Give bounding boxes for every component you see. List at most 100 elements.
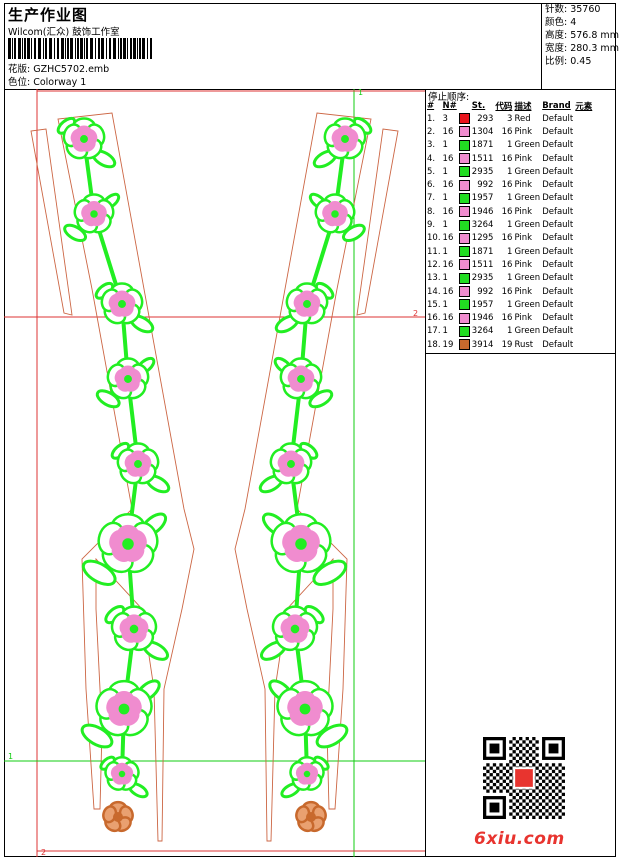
thread-brand: Default	[542, 286, 574, 297]
stop-index: 15.	[427, 299, 441, 310]
color-swatch	[458, 112, 471, 125]
color-code: 16	[501, 313, 513, 324]
thread-brand: Default	[542, 153, 574, 164]
thread-brand: Default	[542, 233, 574, 244]
swatch-box	[458, 113, 470, 125]
thread-brand: Default	[542, 313, 574, 324]
swatch-box	[458, 192, 470, 204]
swatch-box	[458, 325, 470, 337]
thread-brand: Default	[542, 206, 574, 217]
stitch-count: 2935	[471, 273, 494, 284]
color-count: 颜色: 4	[545, 17, 577, 28]
needle-number: 1	[442, 326, 448, 337]
stitch-count: 1946	[471, 206, 494, 217]
color-name: Pink	[514, 313, 533, 324]
swatch-box	[458, 206, 470, 218]
guide-label-v2: 2	[41, 848, 46, 857]
qr-code	[483, 737, 565, 819]
needle-number: 16	[442, 286, 454, 297]
col-code: 代码	[495, 102, 513, 112]
needle-number: 1	[442, 299, 448, 310]
swatch-box	[458, 139, 470, 151]
design-preview: 1 2 1 2	[4, 89, 425, 857]
needle-number: 3	[442, 113, 448, 124]
stop-sequence-table: # N# St. 代码 描述 Brand 元素 1. 3 293 3 Red Defaul…	[426, 100, 593, 351]
thread-brand: Default	[542, 220, 574, 231]
stitch-count: 992	[477, 180, 494, 191]
swatch-box	[458, 312, 470, 324]
color-code: 16	[501, 233, 513, 244]
stitch-count: 1295	[471, 233, 494, 244]
color-name: Pink	[514, 259, 533, 270]
needle-number: 16	[442, 180, 454, 191]
needle-number: 1	[442, 193, 448, 204]
col-element: 元素	[575, 102, 593, 112]
guide-label-v1: 1	[358, 89, 363, 97]
thread-brand: Default	[542, 166, 574, 177]
element	[574, 245, 593, 258]
element	[574, 165, 593, 178]
swatch-box	[458, 153, 470, 165]
element	[574, 311, 593, 324]
color-name: Pink	[514, 180, 533, 191]
stop-index: 9.	[427, 220, 436, 231]
stop-index: 7.	[427, 193, 436, 204]
needle-number: 1	[442, 166, 448, 177]
element	[574, 285, 593, 298]
color-swatch	[458, 325, 471, 338]
col-brand: Brand	[542, 101, 571, 111]
stop-index: 12.	[427, 259, 441, 270]
stitch-count: 3264	[471, 220, 494, 231]
swatch-box	[458, 299, 470, 311]
stop-index: 2.	[427, 126, 436, 137]
thread-brand: Default	[542, 339, 574, 350]
swatch-box	[458, 232, 470, 244]
stitch-count: 2935	[471, 166, 494, 177]
needle-number: 1	[442, 140, 448, 151]
col-needle: N#	[442, 101, 457, 111]
element	[574, 205, 593, 218]
needle-number: 16	[442, 153, 454, 164]
stitch-count: 1511	[471, 153, 494, 164]
stitch-count: 3264	[471, 326, 494, 337]
swatch-box	[458, 126, 470, 138]
needle-number: 16	[442, 313, 454, 324]
color-code: 1	[507, 299, 513, 310]
color-code: 3	[507, 113, 513, 124]
table-row: 16. 16 1946 16 Pink Default	[426, 311, 593, 324]
color-code: 16	[501, 126, 513, 137]
header: 生产作业图 Wilcom(汇众) 鼓饰工作室 花版: GZHC5702.emb …	[4, 3, 619, 90]
design-height: 高度: 576.8 mm	[545, 30, 619, 41]
pattern-file: 花版: GZHC5702.emb	[8, 64, 110, 75]
color-swatch	[458, 232, 471, 245]
thread-brand: Default	[542, 299, 574, 310]
stop-index: 10.	[427, 233, 441, 244]
color-swatch	[458, 152, 471, 165]
thread-brand: Default	[542, 326, 574, 337]
col-desc: 描述	[514, 102, 532, 112]
needle-number: 16	[442, 233, 454, 244]
element	[574, 258, 593, 271]
needle-number: 19	[442, 339, 454, 350]
color-name: Red	[514, 113, 531, 124]
color-name: Green	[514, 326, 541, 337]
color-name: Pink	[514, 126, 533, 137]
swatch-box	[458, 246, 470, 258]
element	[574, 232, 593, 245]
col-swatch	[458, 100, 471, 112]
color-name: Green	[514, 220, 541, 231]
panel-divider	[426, 353, 616, 354]
color-swatch	[458, 272, 471, 285]
stop-index: 14.	[427, 286, 441, 297]
thread-brand: Default	[542, 246, 574, 257]
color-code: 1	[507, 220, 513, 231]
color-code: 16	[501, 259, 513, 270]
table-row: 12. 16 1511 16 Pink Default	[426, 258, 593, 271]
lace-strip-right	[258, 116, 373, 833]
barcode	[8, 38, 152, 59]
color-code: 1	[507, 273, 513, 284]
stitch-count: 1957	[471, 299, 494, 310]
element	[574, 112, 593, 125]
swatch-box	[458, 166, 470, 178]
needle-number: 16	[442, 259, 454, 270]
